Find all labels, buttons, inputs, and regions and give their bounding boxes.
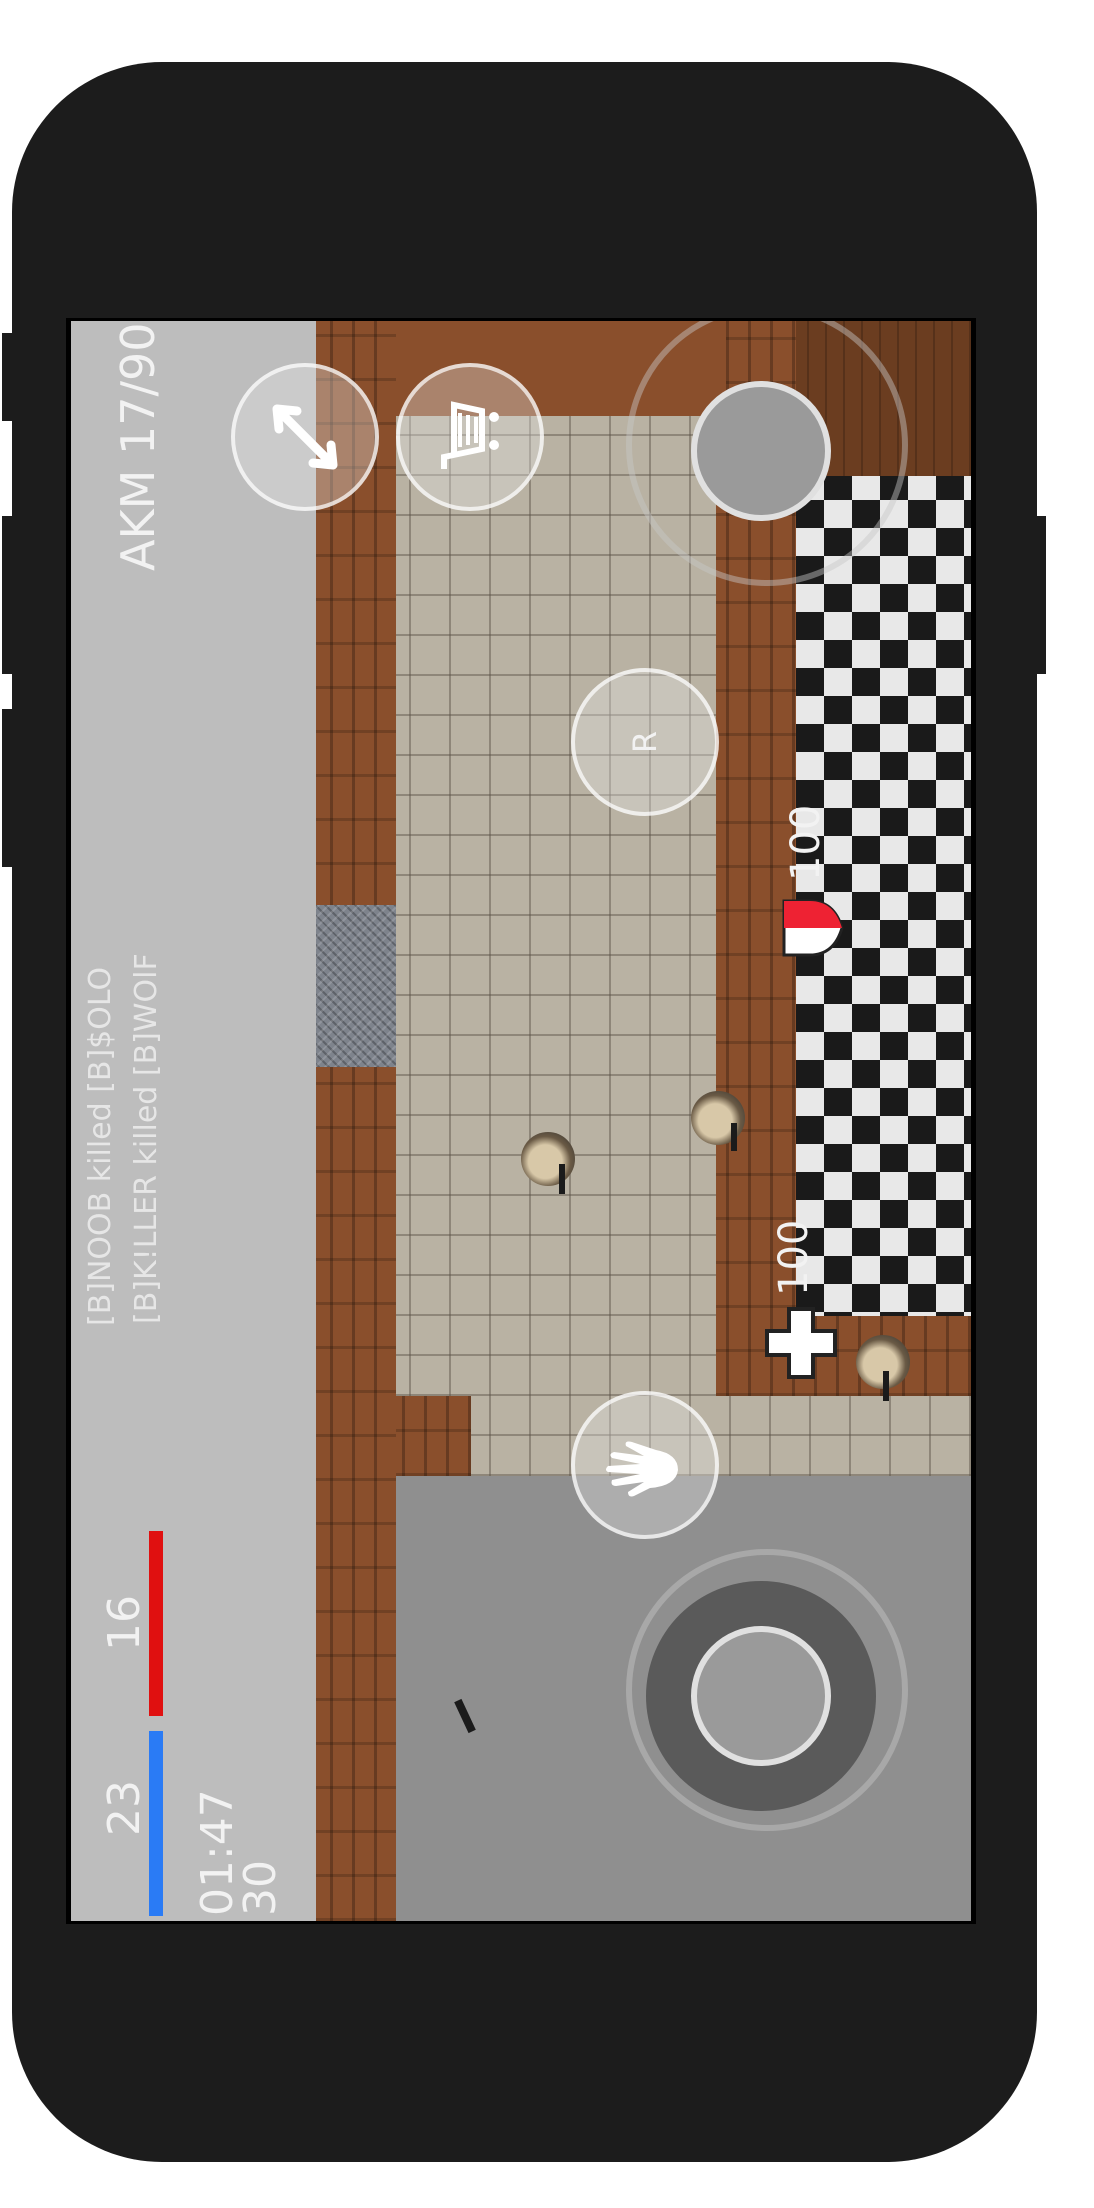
- reload-label: R: [626, 730, 664, 754]
- brick-wall: [396, 1396, 471, 1476]
- floor-grate: [316, 905, 396, 1067]
- shopping-cart-icon: [441, 401, 499, 469]
- weapon-ammo: AKM 17/90: [111, 322, 165, 571]
- killfeed-entry: [B]NOOB killed [B]$OLO: [83, 966, 118, 1326]
- secondary-counter: 30: [235, 1860, 286, 1916]
- aim-joystick-icon[interactable]: [691, 381, 831, 521]
- enemy-gun: [731, 1123, 737, 1151]
- pickup-button[interactable]: [571, 1391, 719, 1539]
- move-joystick-icon[interactable]: [691, 1626, 831, 1766]
- armor-shield-icon: [782, 899, 844, 957]
- red-team-bar: [149, 1531, 163, 1716]
- health-cross-icon: [765, 1307, 837, 1379]
- phone-side-button: [1032, 516, 1046, 674]
- game-screen: 23 16 01:47 30 [B]NOOB killed [B]$OLO [B…: [66, 318, 976, 1924]
- killfeed-entry: [B]K!LLER killed [B]WOlF: [129, 953, 164, 1324]
- hand-icon: [606, 1441, 678, 1497]
- player-gun: [883, 1371, 889, 1401]
- round-timer: 01:47: [192, 1789, 243, 1916]
- brick-wall: [716, 1316, 971, 1396]
- health-value: 100: [771, 1219, 817, 1296]
- red-team-score: 16: [99, 1595, 150, 1651]
- teammate-gun: [559, 1164, 565, 1194]
- blue-team-score: 23: [99, 1780, 150, 1836]
- blue-team-bar: [149, 1731, 163, 1916]
- shop-button[interactable]: [396, 363, 544, 511]
- reload-button[interactable]: R: [571, 668, 719, 816]
- armor-value: 100: [783, 804, 829, 881]
- swap-arrows-icon: [272, 404, 338, 470]
- phone-side-button: [2, 333, 16, 421]
- game-world[interactable]: 23 16 01:47 30 [B]NOOB killed [B]$OLO [B…: [71, 321, 971, 1921]
- phone-side-button: [2, 709, 16, 867]
- phone-side-button: [2, 516, 16, 674]
- swap-weapon-button[interactable]: [231, 363, 379, 511]
- teammate-player: [521, 1132, 575, 1186]
